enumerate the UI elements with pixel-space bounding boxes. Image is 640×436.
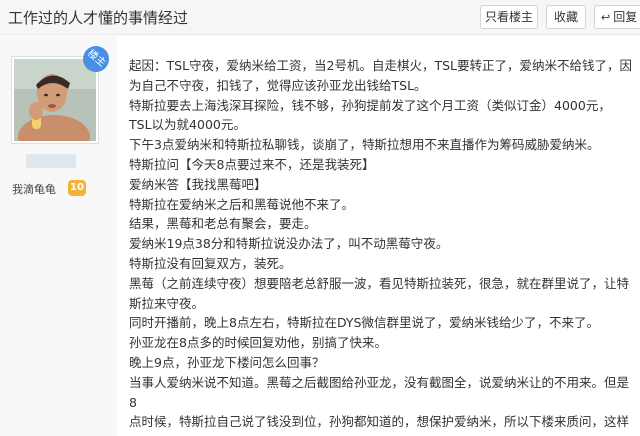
avatar-image <box>14 59 96 141</box>
post-line: 同时开播前，晚上8点左右，特斯拉在DYS微信群里说了，爱纳米钱给少了，不来了。 <box>129 315 599 331</box>
post-line: 黑莓（之前连续守夜）想要陪老总舒服一波，看见特斯拉装死，很急，就在群里说了，让特 <box>129 275 630 291</box>
post-line: 特斯拉要去上海浅深耳探险，钱不够，孙狗提前发了这个月工资（类似订金）4000元， <box>129 97 611 113</box>
username-redacted <box>26 154 76 168</box>
post-line: 爱纳米答【我找黑莓吧】 <box>129 176 267 192</box>
reply-label: 回复 <box>613 10 638 24</box>
post-line: 点时候，特斯拉自己说了钱没到位，孙狗都知道的，想保护爱纳米，所以下楼来质问，这样 <box>129 414 630 430</box>
level-badge: 10 <box>68 180 86 196</box>
post-line: 为自己不守夜，扣钱了，觉得应该孙亚龙出钱给TSL。 <box>129 77 427 93</box>
post-line: 特斯拉没有回复双方，装死。 <box>129 255 292 271</box>
post-line: 爱纳米19点38分和特斯拉说没办法了，叫不动黑莓守夜。 <box>129 236 449 252</box>
post-line: TSL以为就4000元。 <box>129 117 246 133</box>
post-content: 起因：TSL守夜，爱纳米给工资，当2号机。自走棋火，TSL要转正了，爱纳米不给钱… <box>129 56 634 432</box>
post-line: 斯拉来守夜。 <box>129 295 205 311</box>
reply-button[interactable]: ↩ 回复 <box>594 5 640 29</box>
avatar[interactable] <box>11 56 99 144</box>
post-line: 起因：TSL守夜，爱纳米给工资，当2号机。自走棋火，TSL要转正了，爱纳米不给钱… <box>129 58 633 73</box>
thread-header: 工作过的人才懂的事情经过 只看楼主 收藏 ↩ 回复 <box>0 0 640 35</box>
post-line: 晚上9点，孙亚龙下楼问怎么回事？ <box>129 354 325 370</box>
post-line: 特斯拉问【今天8点要过来不，还是我装死】 <box>129 156 375 172</box>
post-line: 孙亚龙在8点多的时候回复劝他，别搞了快来。 <box>129 335 387 351</box>
level-name: 我滴龟龟 <box>12 183 56 196</box>
favorite-button[interactable]: 收藏 <box>546 5 586 29</box>
post-line: 下午3点爱纳米和特斯拉私聊钱，谈崩了，特斯拉想用不来直播作为筹码威胁爱纳米。 <box>129 137 600 153</box>
only-louzhu-button[interactable]: 只看楼主 <box>480 5 538 29</box>
post-line: 当事人爱纳米说不知道。黑莓之后截图给孙亚龙，没有截图全，说爱纳米让的不用来。但是… <box>129 374 630 410</box>
reply-icon: ↩ <box>601 11 611 24</box>
post-line: 结果，黑莓和老总有聚会，要走。 <box>129 216 317 232</box>
post-line: 特斯拉在爱纳米之后和黑莓说他不来了。 <box>129 196 355 212</box>
thread-title: 工作过的人才懂的事情经过 <box>8 9 189 27</box>
author-sidebar: 楼主 我滴龟龟 10 <box>0 36 117 436</box>
